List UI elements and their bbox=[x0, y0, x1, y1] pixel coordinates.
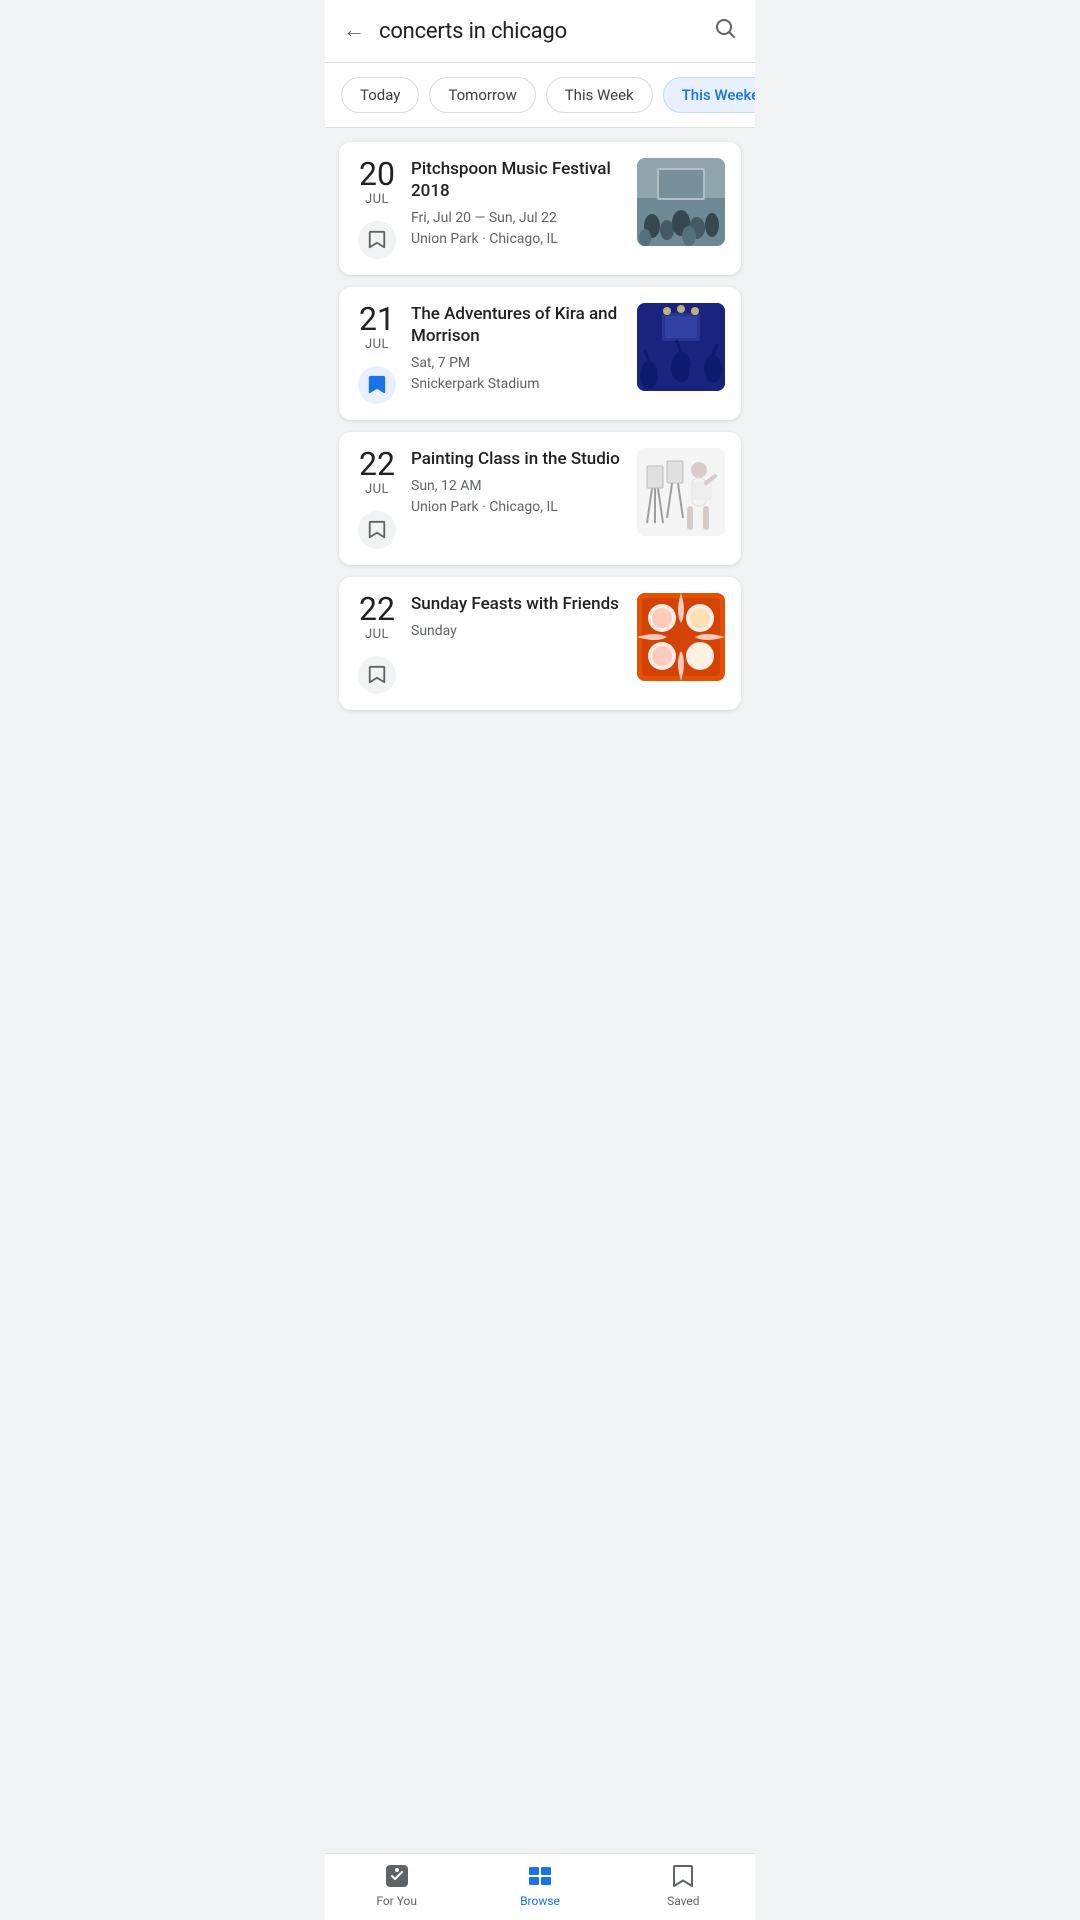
event-venue: Union Park · Chicago, IL bbox=[411, 229, 625, 250]
event-info: Painting Class in the Studio Sun, 12 AM … bbox=[411, 448, 625, 518]
event-date-str: Fri, Jul 20 — Sun, Jul 22 bbox=[411, 208, 625, 229]
filter-chip-today[interactable]: Today bbox=[341, 77, 419, 113]
for-you-icon bbox=[383, 1862, 411, 1890]
bookmark-button[interactable] bbox=[358, 511, 396, 549]
event-date-col: 20 JUL bbox=[355, 158, 399, 259]
event-list: 20 JUL Pitchspoon Music Festival 2018 Fr… bbox=[325, 128, 755, 800]
event-venue: Snickerpark Stadium bbox=[411, 374, 625, 395]
event-day: 20 bbox=[359, 158, 395, 190]
event-month: JUL bbox=[365, 192, 389, 207]
event-image bbox=[637, 448, 725, 536]
page-title: concerts in chicago bbox=[379, 19, 713, 44]
event-title: Painting Class in the Studio bbox=[411, 448, 625, 470]
event-date-str: Sunday bbox=[411, 621, 625, 642]
event-month: JUL bbox=[365, 627, 389, 642]
filter-chip-this-week[interactable]: This Week bbox=[546, 77, 653, 113]
event-venue: Union Park · Chicago, IL bbox=[411, 497, 625, 518]
bottom-nav: For You Browse Saved bbox=[325, 1853, 755, 1920]
nav-item-browse[interactable]: Browse bbox=[468, 1862, 611, 1908]
bookmark-button[interactable] bbox=[358, 656, 396, 694]
back-button[interactable]: ← bbox=[343, 20, 365, 42]
saved-icon bbox=[669, 1862, 697, 1890]
event-image bbox=[637, 303, 725, 391]
event-date-str: Sat, 7 PM bbox=[411, 353, 625, 374]
event-image bbox=[637, 158, 725, 246]
bookmark-button[interactable] bbox=[358, 221, 396, 259]
event-title: The Adventures of Kira and Morrison bbox=[411, 303, 625, 347]
filter-chip-this-weekend[interactable]: This Weekend bbox=[663, 77, 755, 113]
event-info: Pitchspoon Music Festival 2018 Fri, Jul … bbox=[411, 158, 625, 250]
event-title: Pitchspoon Music Festival 2018 bbox=[411, 158, 625, 202]
nav-item-saved[interactable]: Saved bbox=[612, 1862, 755, 1908]
event-date-str: Sun, 12 AM bbox=[411, 476, 625, 497]
event-date-col: 22 JUL bbox=[355, 593, 399, 694]
event-card-e3[interactable]: 22 JUL Painting Class in the Studio Sun,… bbox=[339, 432, 741, 565]
event-image bbox=[637, 593, 725, 681]
filter-bar: Today Tomorrow This Week This Weekend bbox=[325, 63, 755, 128]
event-day: 22 bbox=[359, 448, 395, 480]
event-card-e1[interactable]: 20 JUL Pitchspoon Music Festival 2018 Fr… bbox=[339, 142, 741, 275]
event-info: Sunday Feasts with Friends Sunday bbox=[411, 593, 625, 642]
bookmark-button[interactable] bbox=[358, 366, 396, 404]
filter-chip-tomorrow[interactable]: Tomorrow bbox=[429, 77, 535, 113]
event-card-e4[interactable]: 22 JUL Sunday Feasts with Friends Sunday bbox=[339, 577, 741, 710]
nav-item-for-you[interactable]: For You bbox=[325, 1862, 468, 1908]
nav-label-for-you: For You bbox=[376, 1894, 417, 1908]
event-month: JUL bbox=[365, 482, 389, 497]
nav-label-browse: Browse bbox=[520, 1894, 560, 1908]
nav-label-saved: Saved bbox=[667, 1894, 699, 1908]
search-button[interactable] bbox=[713, 16, 737, 46]
event-title: Sunday Feasts with Friends bbox=[411, 593, 625, 615]
event-date-col: 21 JUL bbox=[355, 303, 399, 404]
event-day: 22 bbox=[359, 593, 395, 625]
header: ← concerts in chicago bbox=[325, 0, 755, 63]
event-card-e2[interactable]: 21 JUL The Adventures of Kira and Morris… bbox=[339, 287, 741, 420]
event-day: 21 bbox=[359, 303, 395, 335]
event-month: JUL bbox=[365, 337, 389, 352]
event-date-col: 22 JUL bbox=[355, 448, 399, 549]
event-info: The Adventures of Kira and Morrison Sat,… bbox=[411, 303, 625, 395]
browse-icon bbox=[526, 1862, 554, 1890]
